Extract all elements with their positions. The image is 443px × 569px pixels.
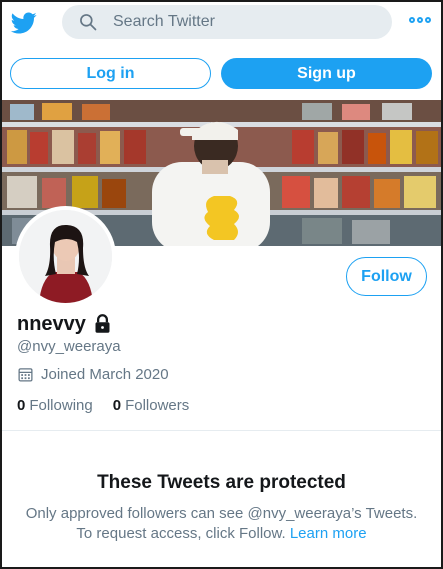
display-name: nnevvy — [17, 313, 86, 335]
following-label: Following — [29, 397, 93, 414]
search-icon — [80, 14, 97, 31]
protected-request-line: To request access, click Follow. Learn m… — [2, 525, 441, 542]
search-input[interactable]: Search Twitter — [62, 5, 392, 39]
login-button[interactable]: Log in — [10, 58, 211, 89]
learn-more-link[interactable]: Learn more — [290, 525, 367, 542]
followers-count: 0 — [112, 397, 122, 414]
followers-stat[interactable]: 0 Followers — [113, 397, 190, 414]
following-count: 0 — [17, 397, 26, 414]
protected-message: Only approved followers can see @nvy_wee… — [25, 505, 418, 522]
joined-date: Joined March 2020 — [41, 366, 169, 383]
profile-name-row: nnevvy — [17, 313, 113, 336]
profile-stats: 0 Following 0 Followers — [17, 397, 189, 414]
joined-row: Joined March 2020 — [17, 366, 169, 383]
lock-icon — [95, 313, 110, 333]
protected-title: These Tweets are protected — [97, 472, 346, 493]
more-icon[interactable] — [409, 15, 431, 25]
search-placeholder: Search Twitter — [113, 13, 215, 30]
user-handle: @nvy_weeraya — [17, 338, 121, 355]
followers-label: Followers — [125, 397, 190, 414]
follow-button[interactable]: Follow — [346, 257, 427, 296]
avatar[interactable] — [15, 206, 116, 307]
request-access-text: To request access, click Follow. — [76, 525, 286, 542]
signup-button[interactable]: Sign up — [221, 58, 432, 89]
calendar-icon — [18, 368, 33, 382]
twitter-bird-icon[interactable] — [10, 10, 38, 36]
following-stat[interactable]: 0 Following — [17, 397, 93, 414]
divider — [2, 430, 441, 431]
top-bar: Search Twitter — [2, 2, 441, 50]
